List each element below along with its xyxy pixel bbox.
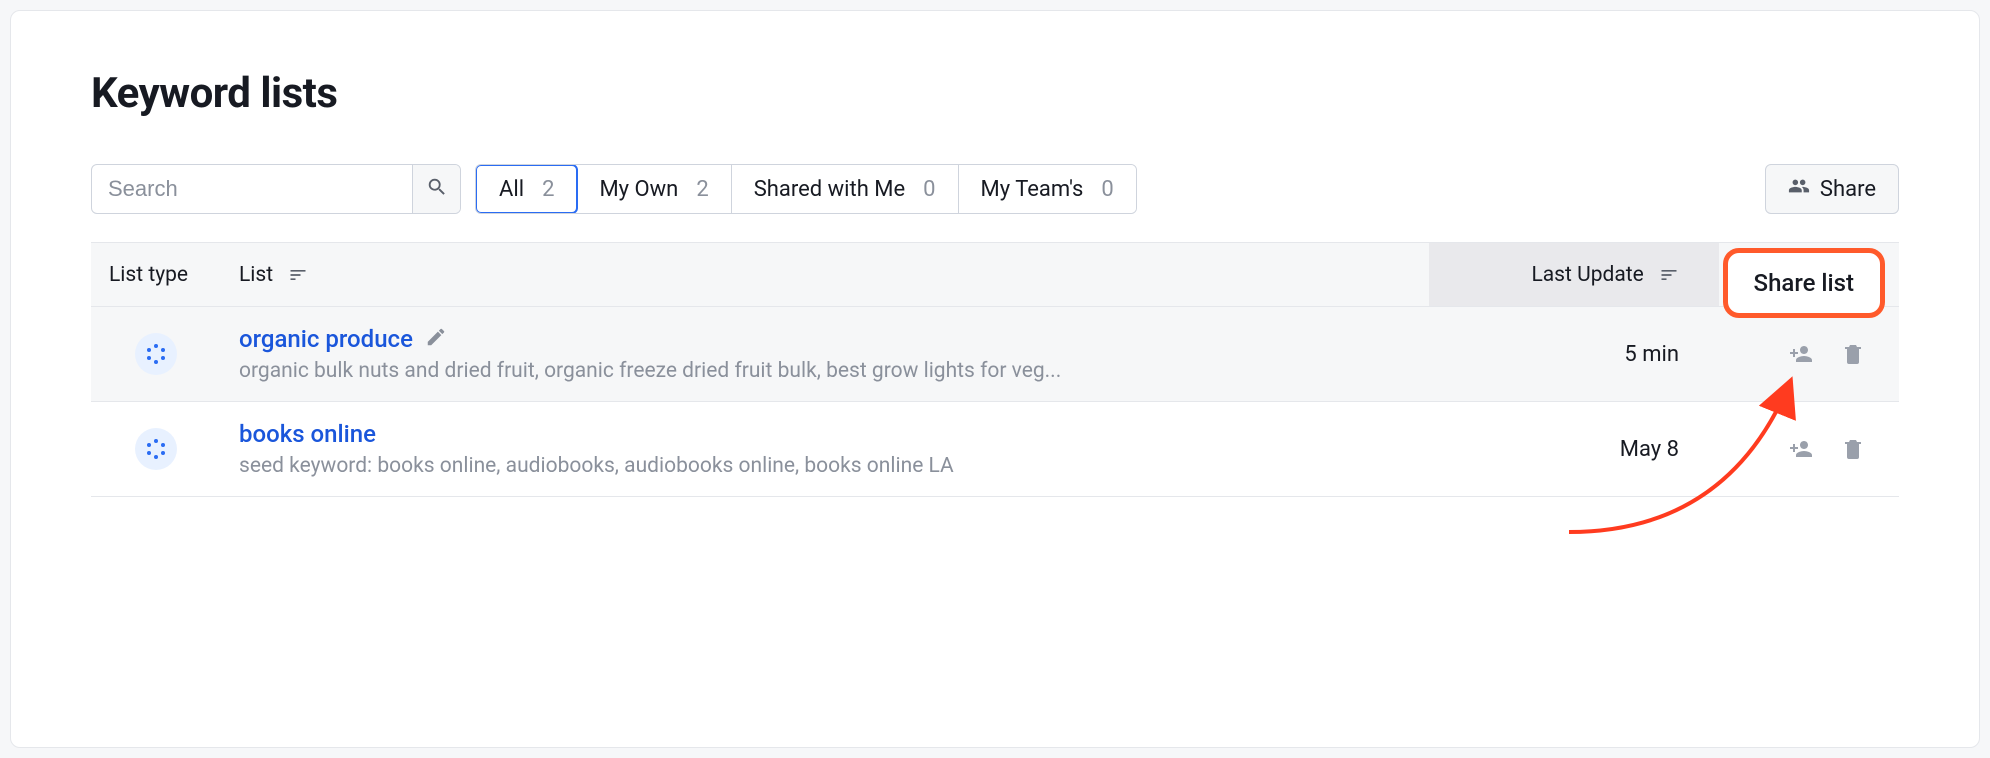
people-icon — [1788, 175, 1810, 203]
tab-my-team-s[interactable]: My Team's 0 — [959, 165, 1136, 213]
tab-label: Shared with Me — [754, 177, 905, 202]
table-row: books online seed keyword: books online, … — [91, 402, 1899, 497]
tab-count: 0 — [1101, 177, 1113, 202]
search-icon — [426, 176, 448, 202]
lists-table: List type List Last Update — [91, 242, 1899, 497]
tab-count: 2 — [542, 177, 554, 202]
page-title: Keyword lists — [91, 69, 1899, 118]
sort-icon — [1659, 265, 1679, 285]
col-last-update-label: Last Update — [1531, 263, 1643, 287]
filter-tabs: All 2 My Own 2 Shared with Me 0 My Team's 0 — [475, 164, 1137, 214]
list-name-link[interactable]: organic produce — [239, 325, 413, 353]
list-description: organic bulk nuts and dried fruit, organ… — [239, 359, 1239, 383]
sort-icon — [288, 265, 308, 285]
delete-list-button[interactable] — [1835, 336, 1871, 372]
tab-label: My Team's — [981, 177, 1084, 202]
delete-list-button[interactable] — [1835, 431, 1871, 467]
share-button-label: Share — [1820, 177, 1876, 202]
table-row: organic produce organic bulk nuts and dri… — [91, 307, 1899, 402]
search-input[interactable] — [92, 165, 412, 213]
tab-count: 0 — [923, 177, 935, 202]
tab-shared-with-me[interactable]: Shared with Me 0 — [732, 165, 959, 213]
col-list[interactable]: List — [221, 243, 1429, 307]
last-update-cell: May 8 — [1429, 402, 1719, 497]
tab-count: 2 — [696, 177, 708, 202]
col-list-label: List — [239, 263, 273, 287]
tab-label: My Own — [599, 177, 678, 202]
list-type-icon — [135, 428, 177, 470]
list-description: seed keyword: books online, audiobooks, … — [239, 454, 1239, 478]
tab-all[interactable]: All 2 — [475, 164, 578, 214]
col-list-type[interactable]: List type — [91, 243, 221, 307]
tooltip-label: Share list — [1754, 269, 1854, 297]
toolbar: All 2 My Own 2 Shared with Me 0 My Team's 0 Sha… — [91, 164, 1899, 214]
share-list-button[interactable] — [1783, 336, 1819, 372]
edit-icon[interactable] — [425, 326, 447, 352]
share-list-tooltip: Share list — [1723, 248, 1885, 318]
list-type-icon — [135, 333, 177, 375]
col-list-type-label: List type — [109, 263, 188, 287]
last-update-cell: 5 min — [1429, 307, 1719, 402]
tab-my-own[interactable]: My Own 2 — [577, 165, 731, 213]
col-last-update[interactable]: Last Update — [1429, 243, 1719, 307]
search-field — [91, 164, 461, 214]
list-name-link[interactable]: books online — [239, 420, 376, 448]
search-button[interactable] — [412, 165, 460, 213]
tab-label: All — [499, 177, 524, 202]
share-list-button[interactable] — [1783, 431, 1819, 467]
share-button[interactable]: Share — [1765, 164, 1899, 214]
